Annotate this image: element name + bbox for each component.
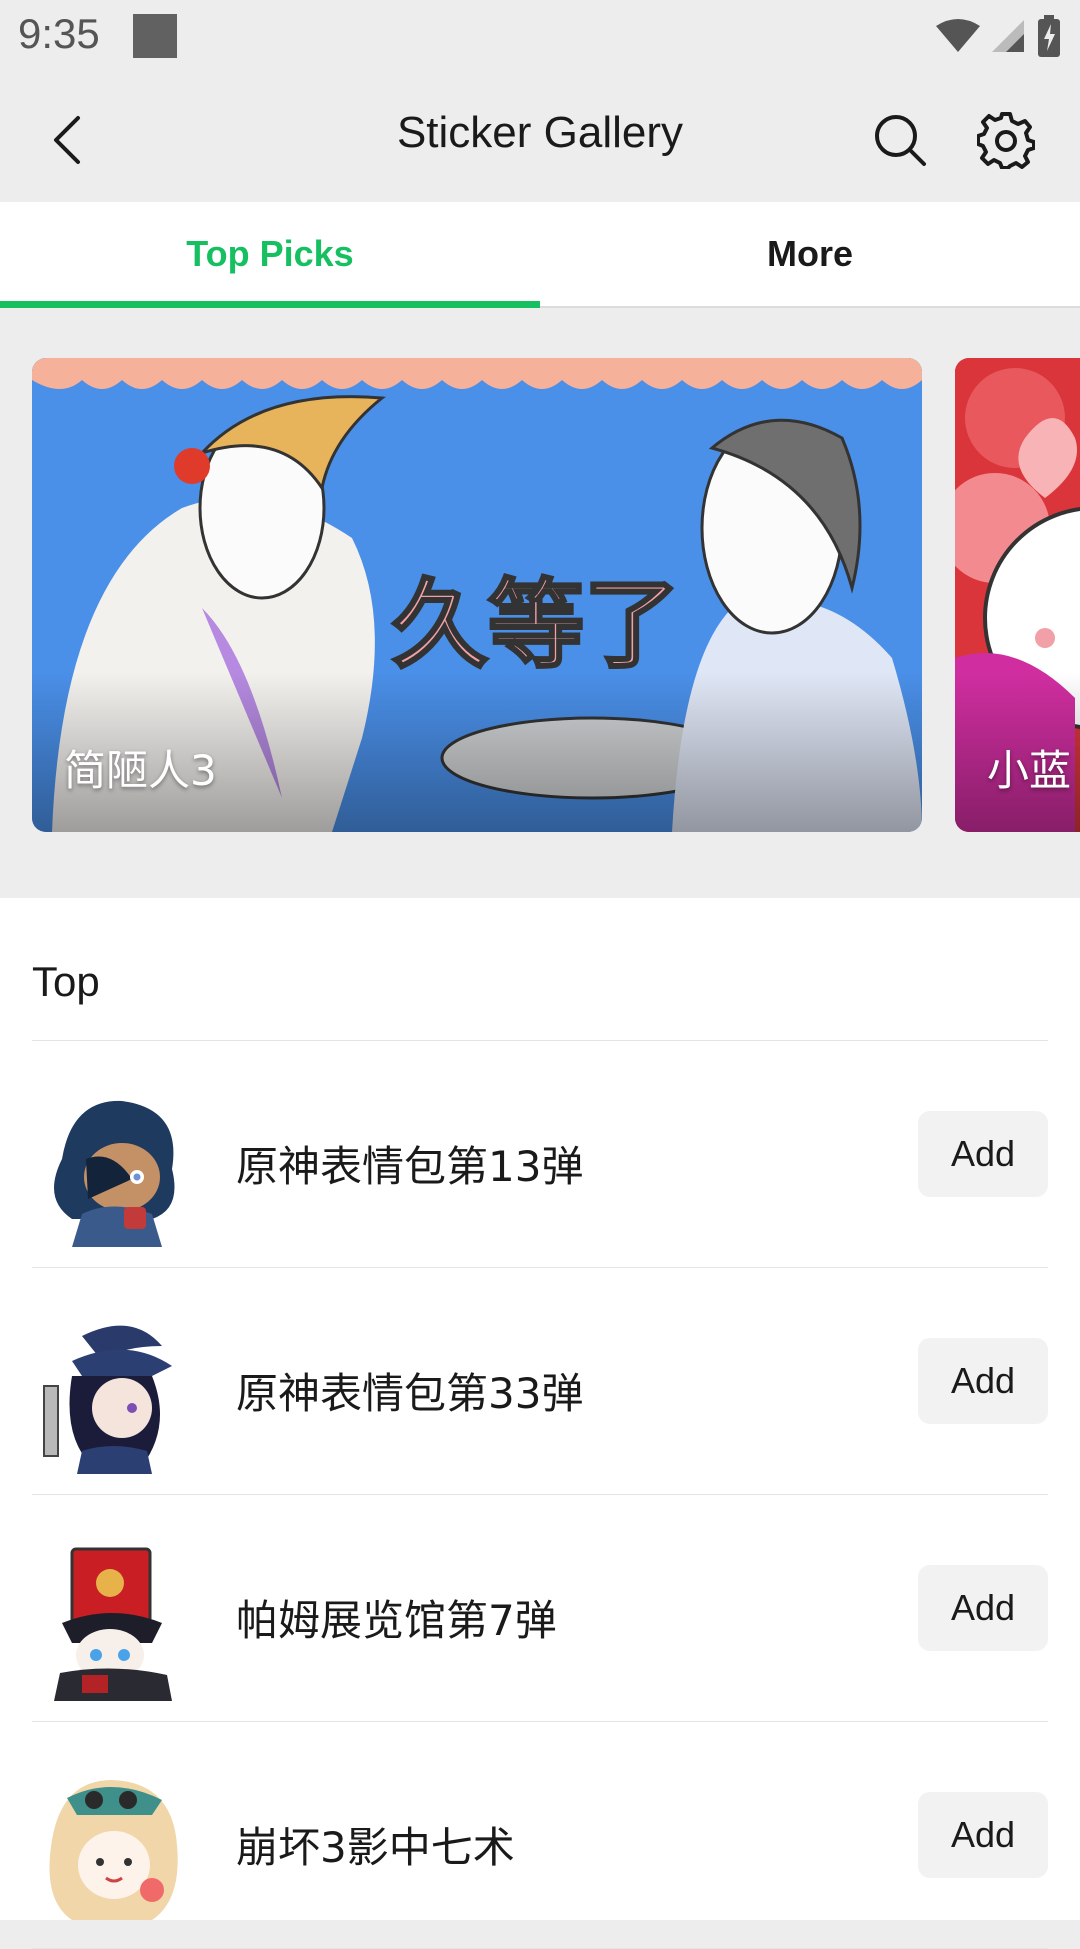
- banner-card-next[interactable]: 小蓝: [955, 358, 1080, 832]
- list-item[interactable]: 帕姆展览馆第7弹 Add: [0, 1495, 1080, 1722]
- add-button[interactable]: Add: [918, 1338, 1048, 1424]
- add-button[interactable]: Add: [918, 1111, 1048, 1197]
- tab-bar: Top Picks More: [0, 202, 1080, 308]
- wifi-icon: [936, 19, 980, 52]
- banner-caption: 久等了: [392, 569, 680, 681]
- sticker-name: 崩坏3影中七术: [236, 1823, 515, 1872]
- list-item[interactable]: 原神表情包第33弹 Add: [0, 1268, 1080, 1495]
- list-item[interactable]: 原神表情包第13弹 Add: [0, 1041, 1080, 1268]
- banner-card[interactable]: 久等了 简陋人3: [32, 358, 922, 832]
- sticker-thumbnail: [49, 1780, 178, 1920]
- status-bar: 9:35: [0, 0, 1080, 78]
- banner-label: 简陋人3: [64, 746, 217, 795]
- status-icons: [936, 14, 1062, 58]
- list-item[interactable]: 崩坏3影中七术 Add: [0, 1722, 1080, 1949]
- signal-icon: [992, 20, 1024, 52]
- gear-icon: [977, 112, 1035, 169]
- sticker-thumbnail: [54, 1100, 175, 1247]
- add-button[interactable]: Add: [918, 1565, 1048, 1651]
- notification-icon: [133, 14, 177, 58]
- active-tab-indicator: [0, 301, 540, 308]
- status-time: 9:35: [18, 10, 100, 57]
- settings-button[interactable]: [966, 100, 1046, 180]
- section-title: Top: [32, 958, 100, 1005]
- battery-icon: [1038, 15, 1060, 57]
- search-button[interactable]: [860, 100, 940, 180]
- sticker-name: 原神表情包第33弹: [236, 1369, 584, 1418]
- sticker-name: 帕姆展览馆第7弹: [236, 1596, 557, 1645]
- search-icon: [875, 115, 926, 166]
- tab-top-picks[interactable]: Top Picks: [0, 202, 540, 306]
- sticker-thumbnail: [43, 1325, 172, 1474]
- tab-more[interactable]: More: [540, 202, 1080, 306]
- top-list: Top 原神表情包第13弹 Add 原神表情包第33弹 Add 帕姆展览馆第7弹…: [0, 898, 1080, 1949]
- sticker-thumbnail: [54, 1547, 172, 1701]
- add-button[interactable]: Add: [918, 1792, 1048, 1878]
- banner-label-next: 小蓝: [987, 746, 1072, 795]
- sticker-name: 原神表情包第13弹: [236, 1142, 584, 1191]
- app-bar: Sticker Gallery: [0, 78, 1080, 202]
- banner-carousel[interactable]: 久等了 简陋人3 小蓝: [0, 308, 1080, 898]
